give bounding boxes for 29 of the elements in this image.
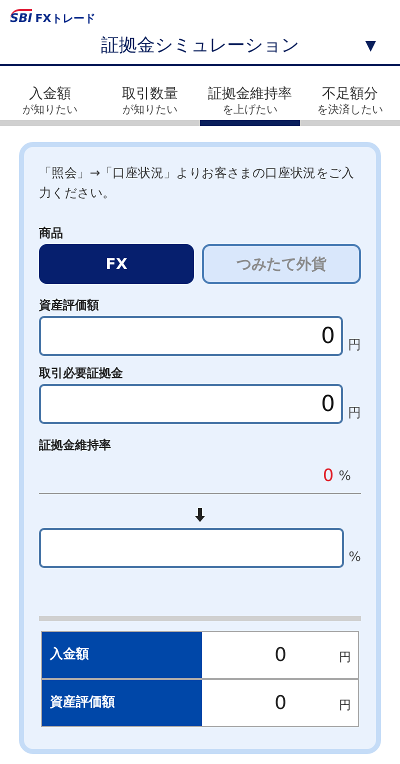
tab[interactable]: 証拠金維持率 を上げたい xyxy=(200,85,300,126)
unit-label: % xyxy=(338,468,351,486)
unit-label: 円 xyxy=(348,406,361,423)
tab[interactable]: 不足額分 を決済したい xyxy=(300,85,400,126)
input-field[interactable]: 0 xyxy=(39,384,343,424)
product-option[interactable]: FX xyxy=(39,244,194,284)
unit-label: 円 xyxy=(339,649,352,666)
result-value: 0 xyxy=(273,690,288,716)
page-title: 証拠金シミュレーション xyxy=(101,34,299,58)
tab[interactable]: 入金額 が知りたい xyxy=(0,85,100,126)
dropdown-toggle[interactable]: ▼ xyxy=(365,37,376,55)
unit-label: 円 xyxy=(348,338,361,355)
field-label: 証拠金維持率 xyxy=(39,437,112,453)
table-header-cell: 入金額 xyxy=(42,632,202,678)
logo-brand: SBI xyxy=(10,9,32,25)
tab[interactable]: 取引数量 が知りたい xyxy=(100,85,200,126)
table-header-cell: 資産評価額 xyxy=(42,680,202,726)
field-label: 商品 xyxy=(39,225,64,241)
input-field[interactable]: 0 xyxy=(39,316,343,356)
input-field[interactable] xyxy=(39,528,344,568)
field-label: 資産評価額 xyxy=(39,297,100,313)
unit-label: 円 xyxy=(339,697,352,714)
down-arrow-icon xyxy=(195,508,205,522)
instruction-text: 「照会」→「口座状況」よりお客さまの口座状況をご入力ください。 xyxy=(39,164,355,202)
logo-text: FXトレード xyxy=(35,12,96,25)
result-value: 0 xyxy=(273,642,288,668)
rate-value: 0 xyxy=(322,466,334,486)
field-label: 取引必要証拠金 xyxy=(39,365,124,381)
unit-label: % xyxy=(348,550,361,567)
